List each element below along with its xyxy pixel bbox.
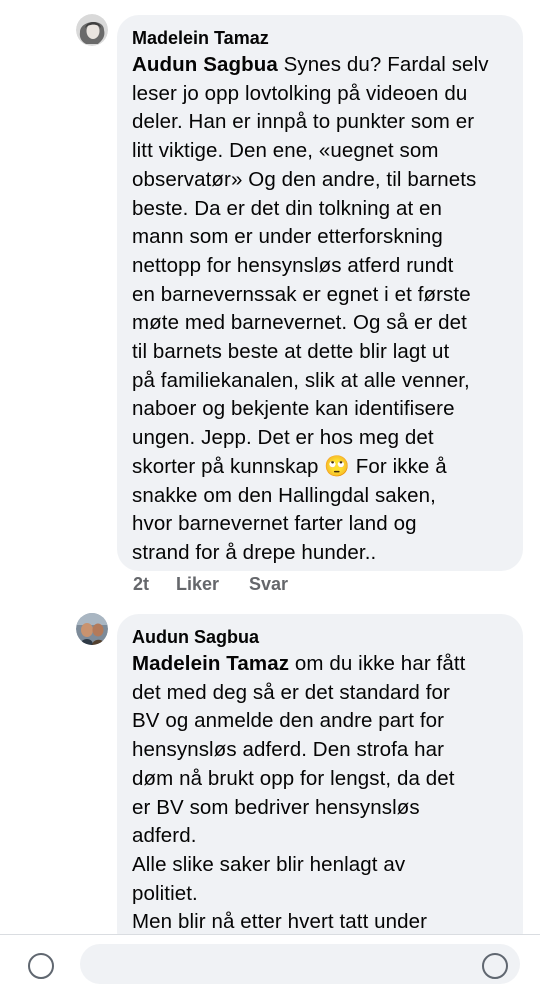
avatar-madelein-icon [76,14,108,46]
comment-author[interactable]: Audun Sagbua [132,624,509,650]
camera-icon[interactable] [28,953,54,979]
mention-link[interactable]: Audun Sagbua [132,53,278,76]
comment-text: Madelein Tamaz om du ikke har fått det m… [132,650,509,937]
like-button[interactable]: Liker [176,574,249,595]
mention-link[interactable]: Madelein Tamaz [132,652,289,675]
comment-text: Audun Sagbua Synes du? Fardal selv leser… [132,51,509,568]
comment-bubble: Audun Sagbua Madelein Tamaz om du ikke h… [117,614,523,954]
avatar[interactable] [76,613,108,645]
emoji-rolling-eyes-icon: 🙄 [324,454,350,478]
comment-actions: 2t Liker Svar [133,574,288,595]
avatar[interactable] [76,14,108,46]
comment-body: Synes du? Fardal selv leser jo opp lovto… [132,53,489,478]
avatar-audun-icon [76,613,108,645]
comment-author[interactable]: Madelein Tamaz [132,25,509,51]
gif-icon[interactable] [482,953,508,979]
comment-timestamp[interactable]: 2t [133,574,176,595]
comment-bubble: Madelein Tamaz Audun Sagbua Synes du? Fa… [117,15,523,571]
reply-button[interactable]: Svar [249,574,288,595]
comment-body: om du ikke har fått det med deg så er de… [132,652,466,934]
comment-input[interactable] [80,944,520,984]
